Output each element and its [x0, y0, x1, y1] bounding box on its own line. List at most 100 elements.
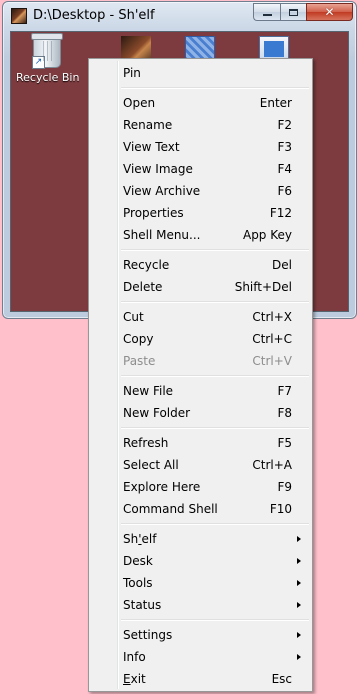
menu-item-cut[interactable]: Cut Ctrl+X [89, 306, 312, 328]
menu-item-shortcut: Ctrl+A [252, 458, 292, 472]
maximize-button[interactable] [280, 3, 306, 21]
menu-item-label: Refresh [123, 436, 169, 450]
menu-item-shortcut: F10 [269, 502, 292, 516]
menu-item-status-submenu[interactable]: Status [89, 594, 312, 616]
title-bar[interactable]: D:\Desktop - Sh'elf ✕ [3, 2, 356, 30]
menu-item-label: Settings [123, 628, 173, 642]
menu-item-label: Select All [123, 458, 179, 472]
menu-item-properties[interactable]: Properties F12 [89, 202, 312, 224]
menu-item-delete[interactable]: Delete Shift+Del [89, 276, 312, 298]
menu-separator [89, 84, 312, 92]
menu-item-shortcut: Shift+Del [234, 280, 292, 294]
menu-item-view-text[interactable]: View Text F3 [89, 136, 312, 158]
menu-item-shortcut: Ctrl+C [252, 332, 292, 346]
context-menu: Pin Open Enter Rename F2 View Text F3 Vi… [88, 58, 313, 692]
menu-item-label: Open [123, 96, 156, 110]
menu-separator [89, 616, 312, 624]
menu-item-new-file[interactable]: New File F7 [89, 380, 312, 402]
menu-item-shelf-submenu[interactable]: Sh'elf [89, 528, 312, 550]
menu-item-shortcut: F12 [269, 206, 292, 220]
menu-item-shortcut: Del [272, 258, 292, 272]
menu-item-label: Desk [123, 554, 153, 568]
menu-item-paste[interactable]: Paste Ctrl+V [89, 350, 312, 372]
menu-item-label: View Image [123, 162, 193, 176]
menu-item-label: Cut [123, 310, 144, 324]
close-icon: ✕ [324, 5, 335, 19]
menu-item-label: View Text [123, 140, 180, 154]
menu-item-shortcut: Ctrl+X [252, 310, 292, 324]
close-button[interactable]: ✕ [306, 3, 353, 21]
submenu-arrow-icon [297, 632, 301, 638]
menu-item-shortcut: F5 [277, 436, 292, 450]
menu-item-select-all[interactable]: Select All Ctrl+A [89, 454, 312, 476]
label-part: Sh [123, 532, 139, 546]
submenu-arrow-icon [297, 602, 301, 608]
submenu-arrow-icon [297, 558, 301, 564]
menu-item-label: Command Shell [123, 502, 218, 516]
menu-item-label: Status [123, 598, 162, 612]
menu-item-shortcut: F9 [277, 480, 292, 494]
menu-item-label: Paste [123, 354, 156, 368]
menu-item-view-archive[interactable]: View Archive F6 [89, 180, 312, 202]
menu-item-shortcut: F2 [277, 118, 292, 132]
menu-separator [89, 372, 312, 380]
menu-item-shortcut: F8 [277, 406, 292, 420]
shortcut-arrow-icon: ↗ [32, 56, 45, 69]
menu-item-label: Shell Menu... [123, 228, 201, 242]
menu-item-copy[interactable]: Copy Ctrl+C [89, 328, 312, 350]
menu-item-label: Sh'elf [123, 532, 292, 546]
menu-item-shortcut: Enter [259, 96, 292, 110]
menu-separator [89, 298, 312, 306]
menu-separator [89, 520, 312, 528]
menu-item-label: View Archive [123, 184, 201, 198]
menu-item-recycle[interactable]: Recycle Del [89, 254, 312, 276]
menu-item-shortcut: App Key [242, 228, 292, 242]
menu-item-shortcut: Esc [271, 672, 292, 686]
menu-item-label: Explore Here [123, 480, 201, 494]
maximize-icon [289, 8, 298, 16]
label-part: elf [141, 532, 157, 546]
menu-item-desk-submenu[interactable]: Desk [89, 550, 312, 572]
menu-item-label: Copy [123, 332, 154, 346]
menu-item-shortcut: F4 [277, 162, 292, 176]
menu-item-label: Properties [123, 206, 184, 220]
menu-item-shell-menu[interactable]: Shell Menu... App Key [89, 224, 312, 246]
desktop-icon-label: Recycle Bin [16, 71, 80, 84]
desktop-icon-recycle-bin[interactable]: ↗ Recycle Bin [16, 33, 80, 84]
menu-item-rename[interactable]: Rename F2 [89, 114, 312, 136]
app-icon[interactable] [11, 8, 27, 24]
minimize-button[interactable] [253, 3, 280, 21]
menu-item-label: Tools [123, 576, 153, 590]
menu-separator [89, 246, 312, 254]
minimize-icon [262, 14, 272, 16]
menu-item-settings-submenu[interactable]: Settings [89, 624, 312, 646]
menu-item-label: Exit [123, 672, 272, 686]
menu-item-shortcut: F6 [277, 184, 292, 198]
menu-item-label: Delete [123, 280, 163, 294]
menu-item-shortcut: Ctrl+V [252, 354, 292, 368]
menu-item-pin[interactable]: Pin [89, 62, 312, 84]
menu-item-command-shell[interactable]: Command Shell F10 [89, 498, 312, 520]
access-key: E [123, 672, 131, 686]
menu-item-label: Info [123, 650, 146, 664]
menu-item-label: New File [123, 384, 174, 398]
menu-item-label: New Folder [123, 406, 191, 420]
label-part: xit [130, 672, 146, 686]
submenu-arrow-icon [297, 654, 301, 660]
submenu-arrow-icon [297, 536, 301, 542]
menu-item-label: Recycle [123, 258, 170, 272]
menu-item-open[interactable]: Open Enter [89, 92, 312, 114]
menu-item-explore-here[interactable]: Explore Here F9 [89, 476, 312, 498]
menu-item-tools-submenu[interactable]: Tools [89, 572, 312, 594]
menu-item-refresh[interactable]: Refresh F5 [89, 432, 312, 454]
menu-separator [89, 424, 312, 432]
menu-item-info-submenu[interactable]: Info [89, 646, 312, 668]
menu-item-shortcut: F7 [277, 384, 292, 398]
recycle-bin-icon: ↗ [31, 33, 63, 69]
menu-item-shortcut: F3 [277, 140, 292, 154]
menu-item-new-folder[interactable]: New Folder F8 [89, 402, 312, 424]
menu-item-view-image[interactable]: View Image F4 [89, 158, 312, 180]
menu-item-label: Pin [123, 66, 141, 80]
menu-item-label: Rename [123, 118, 173, 132]
menu-item-exit[interactable]: Exit Esc [89, 668, 312, 690]
